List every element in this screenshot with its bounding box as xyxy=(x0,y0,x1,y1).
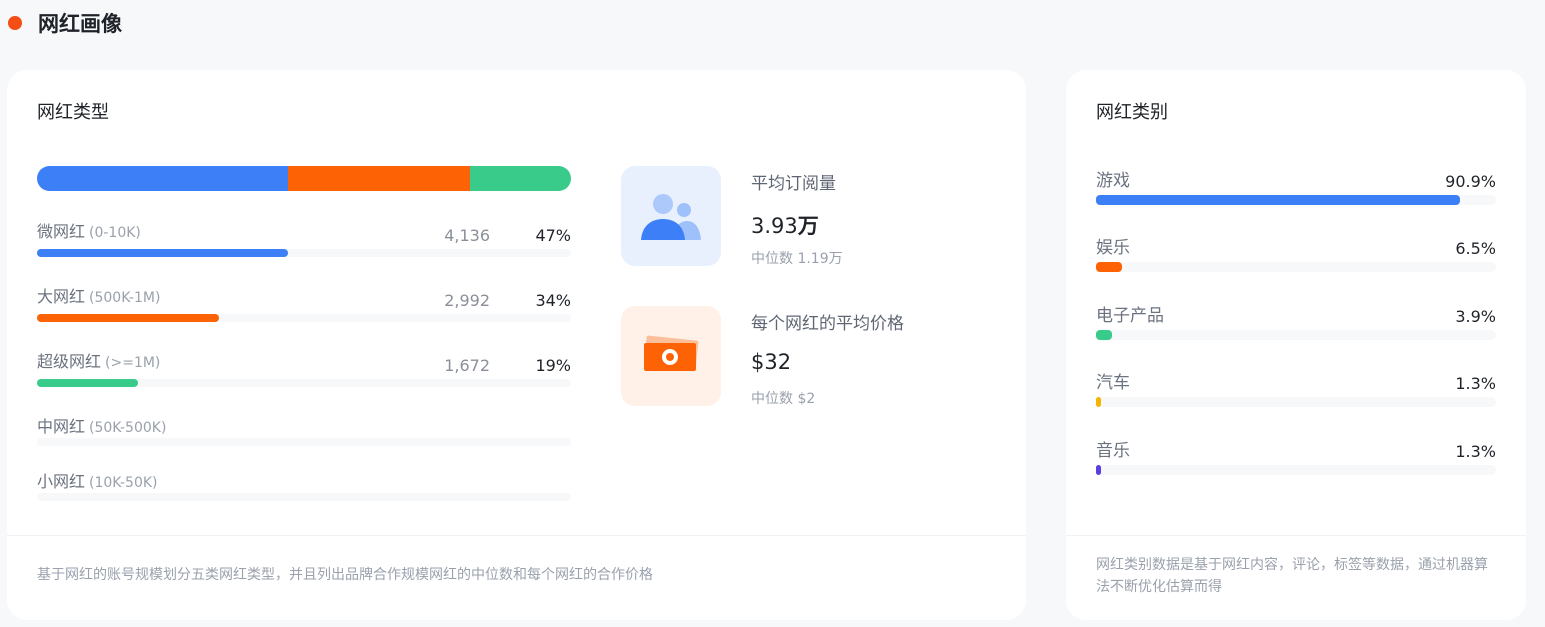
influencer-types-card: 网红类型 微网红 (0-10K) 4,136 47% 大网红 (500K-1M) 2… xyxy=(7,70,1026,620)
influencer-categories-footnote: 网红类别数据是基于网红内容，评论，标签等数据，通过机器算法不断优化估算而得 xyxy=(1096,557,1488,595)
card-divider xyxy=(1066,535,1526,536)
type-percent: 34% xyxy=(535,291,571,310)
category-progress-fill xyxy=(1096,330,1112,340)
avg-price-value: $32 xyxy=(751,350,792,374)
type-progress-track xyxy=(37,438,571,446)
category-progress-fill xyxy=(1096,262,1122,272)
type-name: 超级网红 (>=1M) xyxy=(37,352,161,371)
avg-subscribers-median: 中位数 1.19万 xyxy=(751,251,843,267)
category-progress-fill xyxy=(1096,465,1102,475)
avg-price-label: 每个网红的平均价格 xyxy=(751,314,904,334)
type-progress-fill xyxy=(37,249,288,257)
type-range: (>=1M) xyxy=(105,355,161,371)
type-percent: 47% xyxy=(535,226,571,245)
avg-subscribers-icon-box xyxy=(621,166,721,266)
type-range: (500K-1M) xyxy=(89,290,161,306)
type-percent: 19% xyxy=(535,356,571,375)
stacked-segment-mega xyxy=(469,166,571,191)
money-icon xyxy=(643,335,699,371)
section-header: 网红画像 xyxy=(8,10,122,36)
stacked-segment-macro xyxy=(287,166,470,191)
influencer-types-footnote: 基于网红的账号规模划分五类网红类型，并且列出品牌合作规模网红的中位数和每个网红的… xyxy=(37,567,653,583)
category-name: 音乐 xyxy=(1096,441,1130,461)
type-count: 1,672 xyxy=(444,356,490,375)
avg-subscribers-label: 平均订阅量 xyxy=(751,174,836,194)
influencer-categories-title: 网红类别 xyxy=(1096,102,1168,123)
influencer-types-title: 网红类型 xyxy=(37,102,109,123)
category-name: 娱乐 xyxy=(1096,238,1130,258)
section-title: 网红画像 xyxy=(38,12,122,36)
category-progress-track xyxy=(1096,465,1496,475)
category-progress-track xyxy=(1096,262,1496,272)
type-progress-track xyxy=(37,493,571,501)
type-range: (50K-500K) xyxy=(89,420,167,436)
type-name: 微网红 (0-10K) xyxy=(37,222,141,241)
type-name: 中网红 (50K-500K) xyxy=(37,417,167,436)
type-progress-track xyxy=(37,249,571,257)
card-divider xyxy=(7,535,1026,536)
category-percent: 1.3% xyxy=(1455,442,1496,461)
type-name: 小网红 (10K-50K) xyxy=(37,472,158,491)
category-progress-track xyxy=(1096,330,1496,340)
category-progress-track xyxy=(1096,195,1496,205)
users-icon xyxy=(641,194,701,240)
category-name: 汽车 xyxy=(1096,373,1130,393)
category-name: 游戏 xyxy=(1096,171,1130,191)
type-range: (10K-50K) xyxy=(89,475,158,491)
type-name: 大网红 (500K-1M) xyxy=(37,287,161,306)
section-dot-icon xyxy=(8,16,22,30)
type-progress-fill xyxy=(37,314,219,322)
type-progress-track xyxy=(37,314,571,322)
avg-subscribers-value: 3.93万 xyxy=(751,214,819,238)
type-progress-fill xyxy=(37,379,139,387)
stacked-segment-micro xyxy=(37,166,288,191)
avg-price-median: 中位数 $2 xyxy=(751,391,816,407)
category-percent: 90.9% xyxy=(1445,172,1496,191)
type-progress-track xyxy=(37,379,571,387)
category-percent: 1.3% xyxy=(1455,374,1496,393)
influencer-categories-card: 网红类别 游戏 90.9% 娱乐 6.5% 电子产品 3.9% 汽车 1.3% … xyxy=(1066,70,1526,620)
type-count: 2,992 xyxy=(444,291,490,310)
avg-price-icon-box xyxy=(621,306,721,406)
category-percent: 6.5% xyxy=(1455,239,1496,258)
influencer-types-stacked-bar xyxy=(37,166,571,191)
type-count: 4,136 xyxy=(444,226,490,245)
type-range: (0-10K) xyxy=(89,225,141,241)
category-progress-fill xyxy=(1096,397,1102,407)
category-progress-track xyxy=(1096,397,1496,407)
category-name: 电子产品 xyxy=(1096,306,1164,326)
category-percent: 3.9% xyxy=(1455,307,1496,326)
category-progress-fill xyxy=(1096,195,1460,205)
